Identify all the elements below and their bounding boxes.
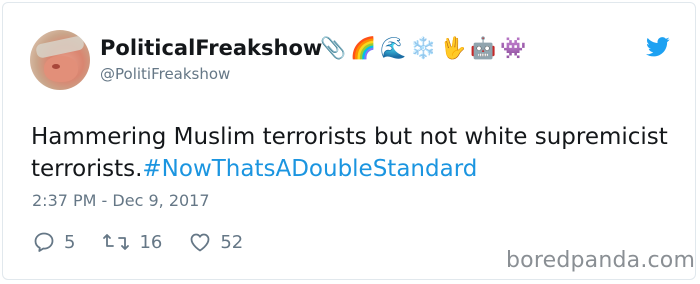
reply-count: 5 — [64, 231, 76, 253]
snowflake-emoji-icon: ❄️ — [410, 36, 437, 60]
paperclip-emoji-icon: 📎 — [320, 36, 347, 60]
hashtag-link[interactable]: #NowThatsADoubleStandard — [142, 156, 477, 182]
retweet-button[interactable]: 16 — [101, 230, 162, 254]
avatar[interactable] — [30, 30, 90, 90]
twitter-bird-icon[interactable] — [646, 36, 670, 58]
tweet-actions: 5 16 52 — [32, 229, 269, 255]
timestamp[interactable]: 2:37 PM - Dec 9, 2017 — [32, 191, 210, 210]
retweet-count: 16 — [139, 231, 163, 253]
like-count: 52 — [220, 231, 244, 253]
wave-emoji-icon: 🌊 — [380, 36, 407, 60]
author-name[interactable]: PoliticalFreakshow — [100, 36, 322, 60]
watermark: boredpanda.com — [506, 248, 696, 273]
heart-icon — [190, 233, 210, 252]
robot-emoji-icon: 🤖 — [470, 36, 497, 60]
space-invader-emoji-icon: 👾 — [500, 36, 527, 60]
reply-button[interactable]: 5 — [32, 230, 75, 254]
name-emojis: 📎 🌈 🌊 ❄️ 🖖 🤖 👾 — [320, 35, 526, 61]
tweet-text: Hammering Muslim terrorists but not whit… — [31, 121, 671, 185]
like-button[interactable]: 52 — [188, 230, 243, 254]
reply-icon — [34, 232, 54, 252]
retweet-icon — [103, 234, 130, 250]
author-handle[interactable]: @PolitiFreakshow — [100, 65, 230, 83]
vulcan-salute-emoji-icon: 🖖 — [440, 36, 467, 60]
rainbow-emoji-icon: 🌈 — [350, 36, 377, 60]
